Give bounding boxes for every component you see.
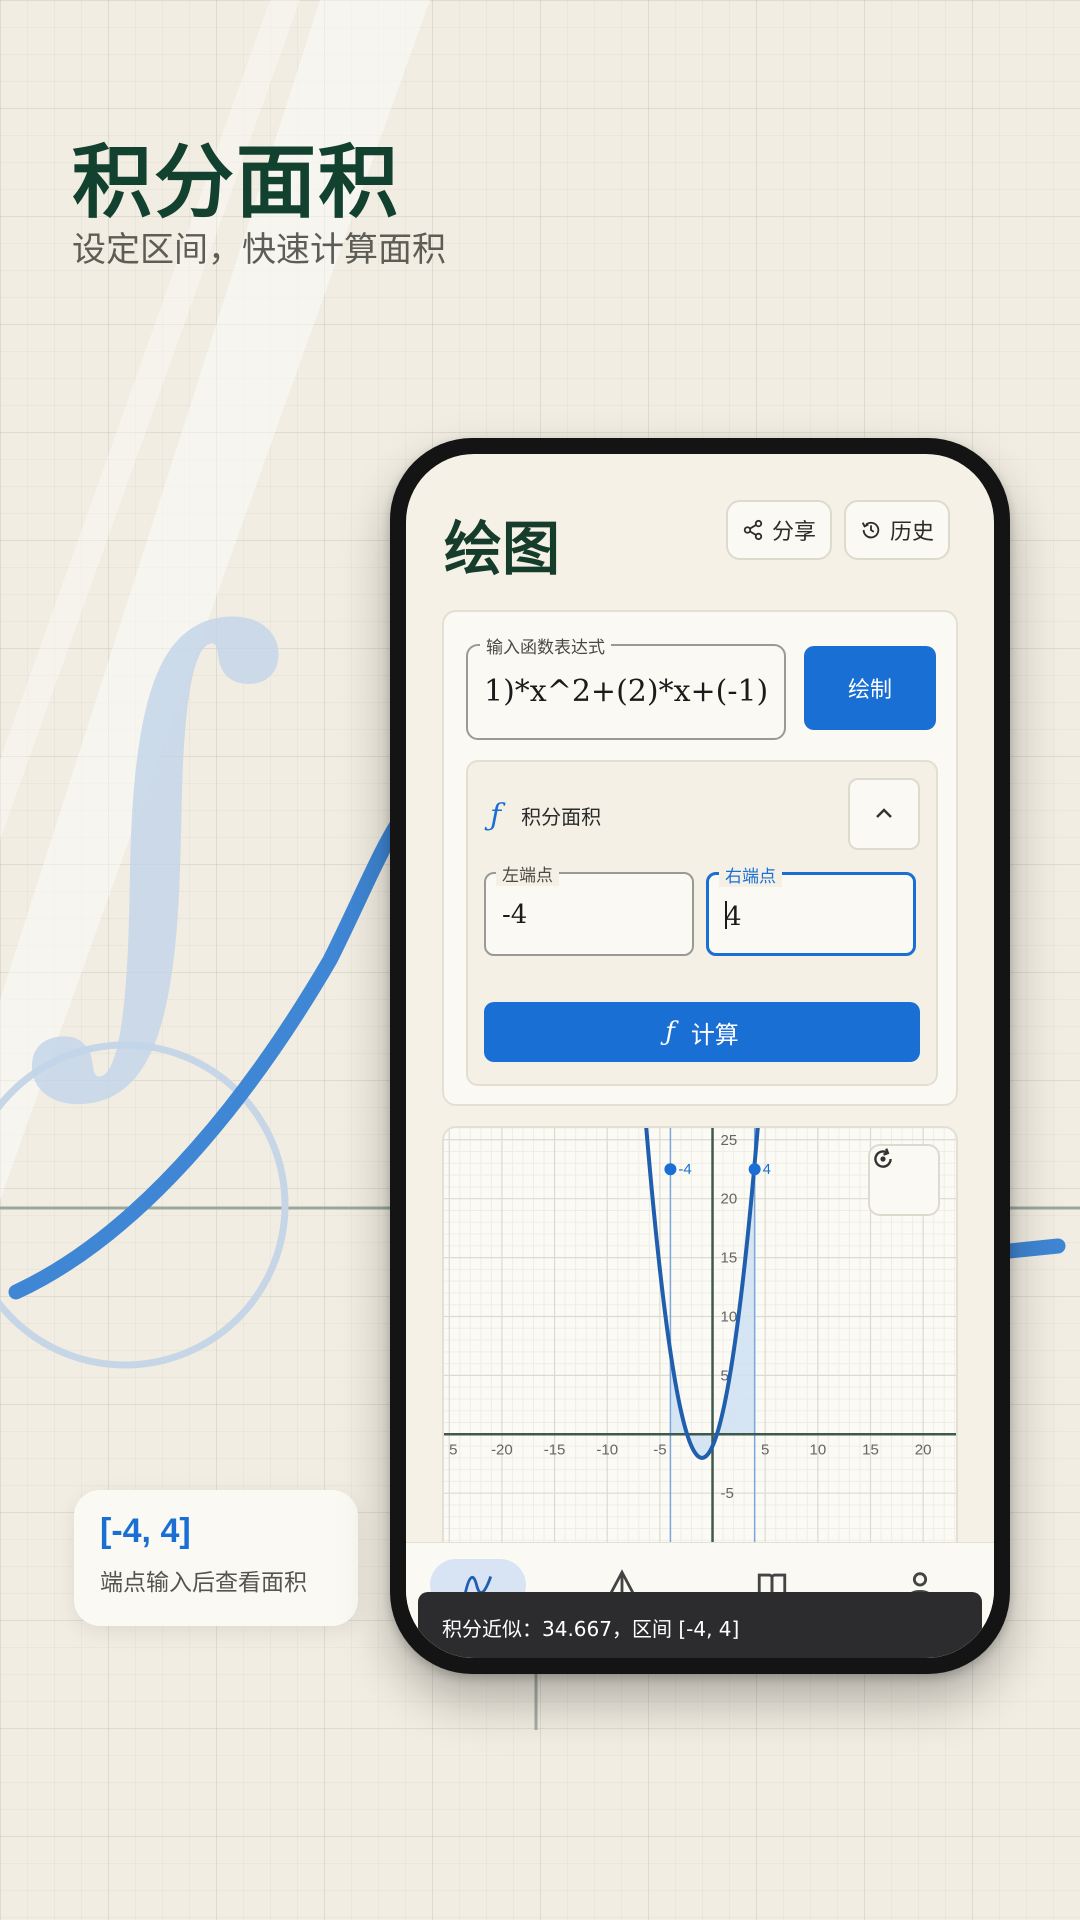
endpoint-marker-label: -4: [678, 1161, 691, 1178]
x-tick-label: -10: [596, 1441, 618, 1458]
x-tick-label: 5: [761, 1441, 769, 1458]
x-tick-label: 5: [449, 1441, 457, 1458]
info-card-desc: 端点输入后查看面积: [100, 1570, 307, 1596]
chevron-up-icon: [876, 808, 892, 818]
right-endpoint-label: 右端点: [719, 862, 782, 887]
expression-input[interactable]: 输入函数表达式 1)*x^2+(2)*x+(-1): [466, 633, 786, 740]
svg-text:∫: ∫: [20, 527, 291, 1133]
x-tick-label: 20: [915, 1441, 932, 1458]
x-tick-label: 15: [862, 1441, 879, 1458]
info-card-title: [-4, 4]: [100, 1512, 191, 1550]
page-title: 绘图: [444, 515, 561, 583]
draw-button[interactable]: 绘制: [804, 646, 936, 730]
collapse-button[interactable]: [848, 778, 920, 850]
graph-canvas[interactable]: 5-20-15-10-55101520252015105-5-10-44: [442, 1126, 958, 1556]
y-tick-label: -5: [721, 1485, 734, 1502]
endpoint-marker-label: 4: [763, 1161, 771, 1178]
y-tick-label: 15: [721, 1250, 738, 1267]
integral-icon: ƒ: [665, 1017, 675, 1047]
calculate-button[interactable]: ƒ 计算: [484, 1002, 920, 1062]
share-button[interactable]: 分享: [726, 500, 832, 560]
left-endpoint-field[interactable]: 左端点 -4: [484, 861, 694, 956]
input-panel: 输入函数表达式 1)*x^2+(2)*x+(-1) 绘制 ƒ 积分面积 左端点 …: [442, 610, 958, 1106]
x-tick-label: -15: [544, 1441, 566, 1458]
x-tick-label: 10: [809, 1441, 826, 1458]
right-endpoint-value: 4: [725, 902, 742, 932]
x-tick-label: -20: [491, 1441, 513, 1458]
expression-value: 1)*x^2+(2)*x+(-1): [484, 674, 769, 709]
share-icon: [743, 519, 763, 541]
calculate-label: 计算: [690, 1020, 739, 1049]
app-screen: 绘图 分享 历史 输入函数表达式 1)*x^2+(2)*x+(-1) 绘制 ƒ …: [406, 454, 994, 1658]
history-button[interactable]: 历史: [844, 500, 950, 560]
y-tick-label: 10: [721, 1308, 738, 1325]
integral-card: ƒ 积分面积 左端点 -4 右端点 4 ƒ 计算: [466, 760, 938, 1086]
left-endpoint-label: 左端点: [496, 861, 559, 886]
history-label: 历史: [889, 520, 934, 545]
share-label: 分享: [771, 520, 816, 545]
expression-label: 输入函数表达式: [480, 633, 611, 658]
y-tick-label: 25: [721, 1132, 738, 1149]
right-endpoint-field[interactable]: 右端点 4: [706, 862, 916, 956]
y-tick-label: 20: [721, 1191, 738, 1208]
reset-view-icon: [874, 1148, 892, 1168]
integral-title: 积分面积: [521, 805, 602, 829]
left-endpoint-value: -4: [502, 900, 528, 930]
promo-headline: 积分面积: [72, 136, 400, 229]
history-icon: [861, 521, 880, 539]
info-card: [-4, 4] 端点输入后查看面积: [74, 1490, 358, 1626]
reset-view-button[interactable]: [868, 1144, 940, 1216]
integral-icon: ƒ: [490, 798, 502, 833]
endpoint-marker: [748, 1163, 761, 1176]
integral-header: ƒ 积分面积: [490, 798, 601, 833]
phone-frame: 绘图 分享 历史 输入函数表达式 1)*x^2+(2)*x+(-1) 绘制 ƒ …: [390, 438, 1010, 1674]
endpoint-marker: [664, 1163, 677, 1176]
result-toast: 积分近似：34.667，区间 [-4, 4]: [418, 1592, 982, 1658]
x-tick-label: -5: [653, 1441, 666, 1458]
promo-subline: 设定区间，快速计算面积: [72, 230, 446, 270]
